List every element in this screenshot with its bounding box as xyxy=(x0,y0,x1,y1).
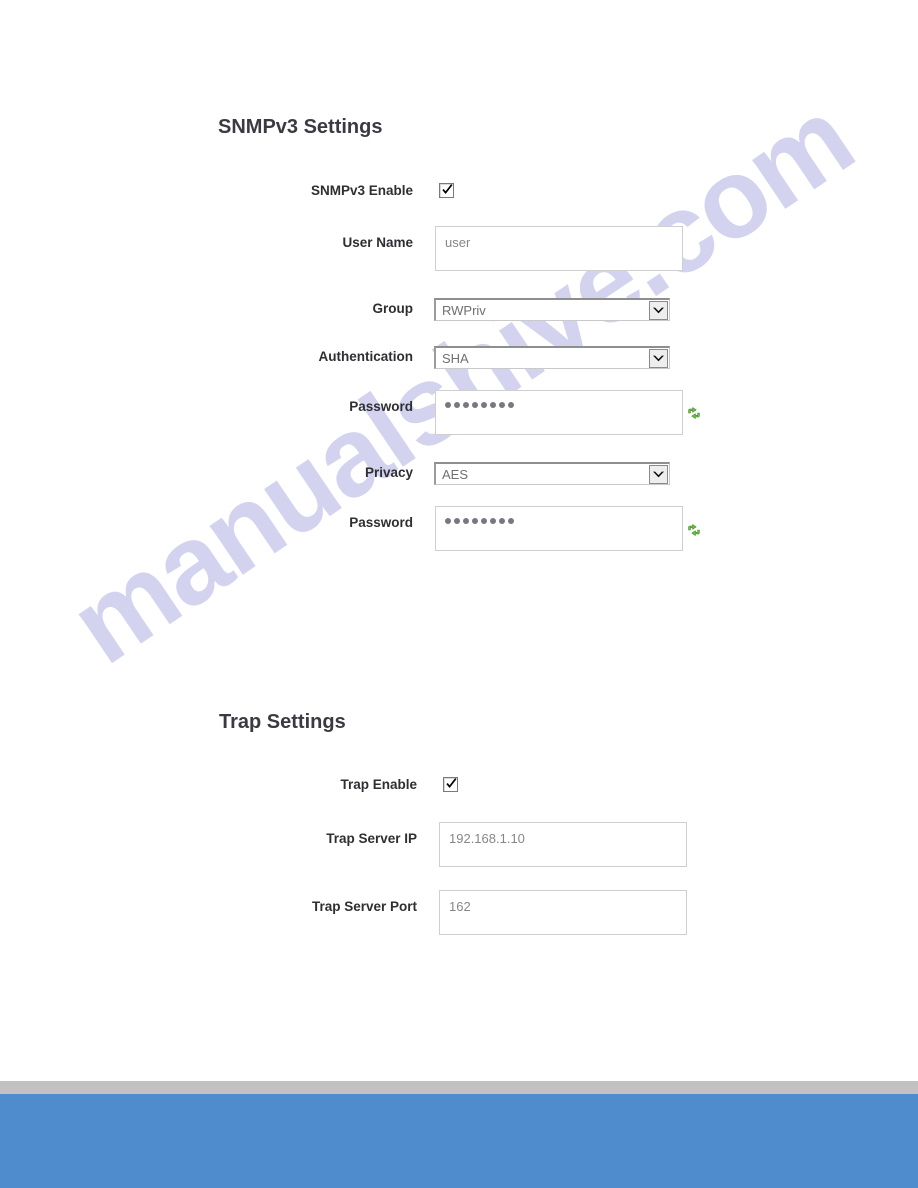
checkmark-icon xyxy=(446,778,457,788)
chevron-down-icon[interactable] xyxy=(649,464,668,484)
chevron-down-glyph xyxy=(653,307,664,313)
chevron-down-glyph xyxy=(653,355,664,361)
input-trap-server-port[interactable]: 162 xyxy=(439,890,687,935)
input-trap-server-port-value: 162 xyxy=(449,899,471,914)
footer-divider xyxy=(0,1081,918,1094)
refresh-icon[interactable] xyxy=(686,522,702,538)
select-group-value: RWPriv xyxy=(442,302,486,318)
checkbox-trap-enable[interactable] xyxy=(443,777,458,792)
chevron-down-icon[interactable] xyxy=(649,300,668,320)
section-title-snmpv3: SNMPv3 Settings xyxy=(218,116,383,138)
label-privacy: Privacy xyxy=(364,465,413,480)
input-user-name-value: user xyxy=(445,235,471,250)
label-trap-enable: Trap Enable xyxy=(340,777,417,792)
select-group[interactable]: RWPriv xyxy=(434,298,670,321)
input-privacy-password[interactable] xyxy=(435,506,683,551)
label-snmpv3-enable: SNMPv3 Enable xyxy=(310,183,413,198)
label-group: Group xyxy=(372,301,414,316)
select-authentication[interactable]: SHA xyxy=(434,346,670,369)
input-trap-server-ip-value: 192.168.1.10 xyxy=(449,831,525,846)
footer-band xyxy=(0,1094,918,1188)
select-privacy[interactable]: AES xyxy=(434,462,670,485)
label-authentication: Authentication xyxy=(318,349,414,364)
chevron-down-icon[interactable] xyxy=(649,348,668,368)
select-authentication-value: SHA xyxy=(442,350,469,366)
input-trap-server-ip[interactable]: 192.168.1.10 xyxy=(439,822,687,867)
label-auth-password: Password xyxy=(349,399,413,414)
settings-page: SNMPv3 Settings SNMPv3 Enable User Name … xyxy=(0,0,918,1080)
refresh-icon[interactable] xyxy=(686,405,702,421)
input-auth-password[interactable] xyxy=(435,390,683,435)
refresh-glyph xyxy=(688,407,700,419)
section-title-trap: Trap Settings xyxy=(219,711,346,733)
checkbox-snmpv3-enable[interactable] xyxy=(439,183,454,198)
chevron-down-glyph xyxy=(653,471,664,477)
label-privacy-password: Password xyxy=(349,515,413,530)
label-user-name: User Name xyxy=(342,235,413,250)
label-trap-server-port: Trap Server Port xyxy=(311,899,417,914)
input-auth-password-masked-value xyxy=(445,391,514,408)
refresh-glyph xyxy=(688,524,700,536)
input-user-name[interactable]: user xyxy=(435,226,683,271)
select-privacy-value: AES xyxy=(442,466,469,482)
checkmark-icon xyxy=(442,184,453,194)
label-trap-server-ip: Trap Server IP xyxy=(326,831,417,846)
input-privacy-password-masked-value xyxy=(445,507,514,524)
